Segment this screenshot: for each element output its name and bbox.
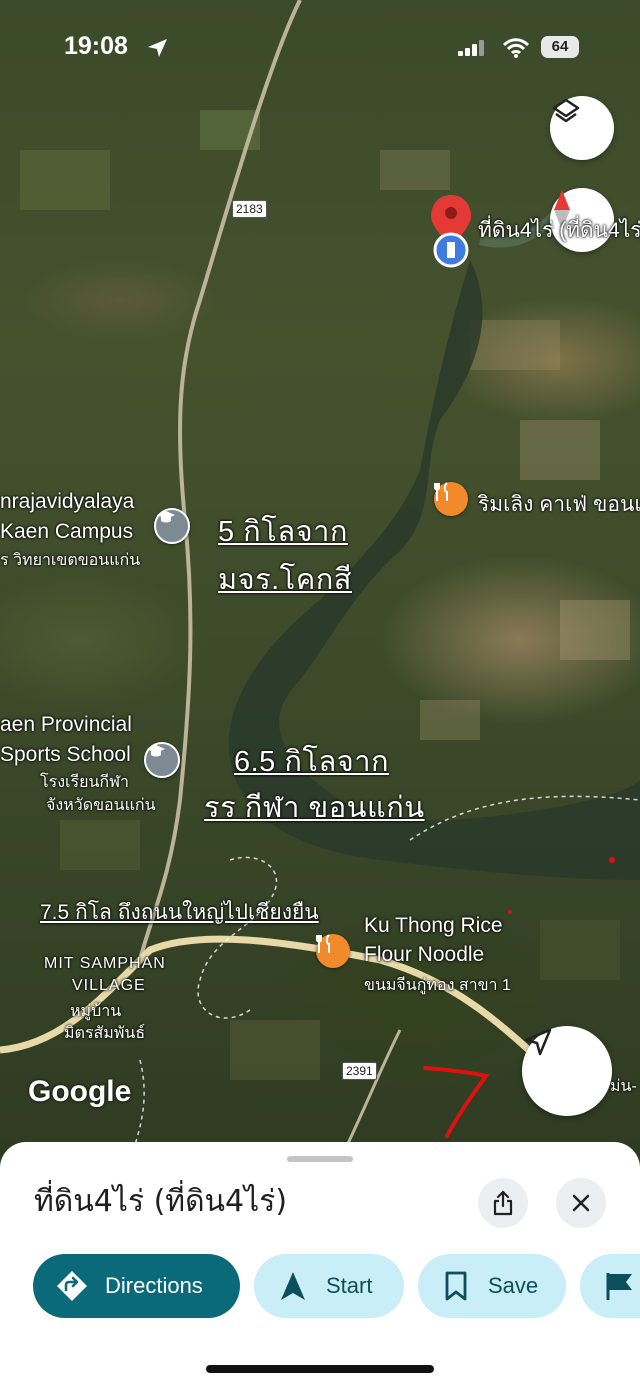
start-button[interactable]: Start — [254, 1254, 404, 1318]
save-button[interactable]: Save — [418, 1254, 566, 1318]
edge-road-label: ม่น- — [610, 1078, 637, 1095]
annotation-5km-line1: 5 กิโลจาก — [218, 516, 348, 548]
layers-icon — [552, 98, 580, 123]
close-icon — [572, 1194, 590, 1212]
poi-noodle-line1[interactable]: Ku Thong Rice — [364, 914, 503, 938]
annotation-6-5km-line2: รร กีฬา ขอนแก่น — [204, 792, 425, 824]
my-location-button[interactable] — [522, 1026, 612, 1116]
label-button[interactable] — [580, 1254, 640, 1318]
sheet-drag-handle[interactable] — [287, 1156, 353, 1162]
location-arrow-icon — [148, 39, 167, 57]
bookmark-icon — [445, 1271, 467, 1301]
noodle-restaurant-marker[interactable] — [316, 934, 350, 968]
fork-knife-icon — [316, 934, 330, 953]
share-icon — [493, 1190, 513, 1216]
poi-sports-line4: จังหวัดขอนแก่น — [46, 797, 156, 814]
pin-label[interactable]: ที่ดิน4ไร่ (ที่ดิน4ไร่) — [478, 214, 640, 247]
annotation-6-5km-line1: 6.5 กิโลจาก — [234, 746, 390, 778]
map-view[interactable]: 19:08 64 2183 2391 ที่ดิน4ไร่ (ที่ดิน4ไร… — [0, 0, 640, 1160]
close-button[interactable] — [556, 1178, 606, 1228]
poi-noodle-line2[interactable]: Flour Noodle — [364, 943, 484, 967]
start-label: Start — [326, 1273, 373, 1298]
restaurant-marker[interactable] — [434, 482, 468, 516]
directions-button[interactable]: Directions — [33, 1254, 240, 1318]
layers-button[interactable] — [550, 96, 614, 160]
poi-sports-line2: Sports School — [0, 743, 131, 766]
village-line1: MIT SAMPHAN — [44, 955, 166, 972]
road-shield-2183: 2183 — [232, 200, 267, 218]
poi-sports-line3: โรงเรียนกีฬา — [40, 774, 129, 791]
battery-level: 64 — [541, 36, 579, 58]
status-time: 19:08 — [64, 32, 128, 60]
annotation-5km-line2: มจร.โคกสี — [218, 564, 352, 596]
fork-knife-icon — [434, 482, 448, 501]
status-bar: 19:08 64 — [0, 28, 640, 68]
annotation-7-5km: 7.5 กิโล ถึงถนนใหญ่ไปเชียงยืน — [40, 901, 319, 924]
school-icon — [157, 511, 175, 523]
poi-restaurant-label[interactable]: ริมเลิง คาเฟ่ ขอนแก่น — [478, 488, 640, 521]
poi-campus-line1: nrajavidyalaya — [0, 490, 135, 513]
share-button[interactable] — [478, 1178, 528, 1228]
poi-campus-line2: Kaen Campus — [0, 520, 134, 543]
poi-sports-line1: aen Provincial — [0, 713, 132, 736]
my-location-icon — [524, 1028, 552, 1056]
wifi-icon — [503, 38, 529, 58]
village-line4: มิตรสัมพันธ์ — [64, 1025, 146, 1042]
home-indicator[interactable] — [206, 1365, 434, 1373]
signal-icon — [458, 40, 484, 56]
navigation-icon — [281, 1272, 305, 1300]
campus-marker[interactable] — [154, 508, 190, 544]
place-title: ที่ดิน4ไร่ (ที่ดิน4ไร่) — [34, 1184, 288, 1219]
road-shield-2391: 2391 — [342, 1062, 377, 1080]
place-sheet[interactable]: ที่ดิน4ไร่ (ที่ดิน4ไร่) Directions Start… — [0, 1142, 640, 1387]
poi-noodle-line3: ขนมจีนกู่ทอง สาขา 1 — [364, 977, 511, 994]
save-label: Save — [488, 1273, 539, 1298]
flag-icon — [606, 1273, 632, 1300]
sports-school-marker[interactable] — [144, 742, 180, 778]
directions-icon — [57, 1271, 87, 1301]
directions-label: Directions — [105, 1273, 203, 1298]
school-icon — [147, 745, 165, 757]
poi-campus-line3: ร วิทยาเขตขอนแก่น — [0, 552, 141, 569]
dropped-pin[interactable] — [431, 195, 471, 268]
village-line2: VILLAGE — [72, 977, 146, 994]
google-attribution: Google — [28, 1075, 132, 1108]
